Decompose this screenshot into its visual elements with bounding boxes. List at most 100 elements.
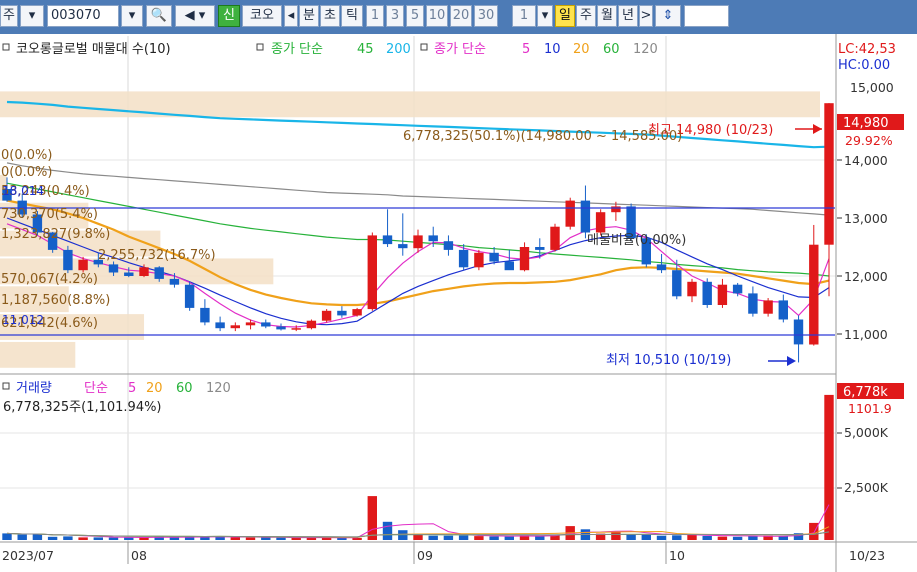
volume-bar [717, 536, 728, 540]
updown-icon[interactable]: ⇕ [655, 5, 681, 27]
price-tick-label: 14,000 [844, 153, 888, 168]
candle-body [154, 267, 164, 279]
tf-second-button[interactable]: 초 [320, 5, 340, 27]
candle-body [443, 241, 454, 250]
candle-body [504, 261, 514, 271]
candle-body [595, 212, 606, 233]
period-unit[interactable]: 주 [0, 5, 18, 27]
chart-svg: 코오롱글로벌 매물대 수(10) 종가 단순 45 200 종가 단순 5 10… [0, 34, 917, 572]
legend-price-item: 코오롱글로벌 매물대 수(10) [16, 42, 171, 57]
volume-bar [672, 535, 682, 540]
tf-year-button[interactable]: 년 [618, 5, 638, 27]
volume-ma-label: 단순 [84, 381, 108, 396]
tf-tick-button[interactable]: 틱 [341, 5, 363, 27]
vp-band [0, 341, 76, 368]
price-tick-label: 11,000 [844, 327, 888, 342]
tf-month-button[interactable]: 월 [597, 5, 617, 27]
volume-bar [626, 534, 636, 540]
sound-icon[interactable]: ◀ ▾ [175, 5, 215, 27]
interval-1-button[interactable]: 1 [366, 5, 384, 27]
legend-ma200: 200 [386, 42, 411, 57]
candle-body [565, 200, 575, 227]
volume-bar [93, 537, 103, 540]
candle-body [428, 235, 438, 242]
interval-5-button[interactable]: 5 [406, 5, 424, 27]
blank-input[interactable] [684, 5, 729, 27]
date-label-last: 10/23 [849, 548, 885, 563]
volume-ma5: 5 [128, 381, 136, 396]
interval-3-button[interactable]: 3 [386, 5, 404, 27]
candle-body [519, 247, 530, 271]
candle-body [824, 103, 834, 245]
volume-legend-title: 거래량 [16, 381, 52, 396]
vp-row-label: 570,067(4.2%) [1, 272, 98, 287]
hc-label: HC:0.00 [838, 58, 890, 73]
volume-bar [352, 537, 362, 540]
tf-week-button[interactable]: 주 [576, 5, 596, 27]
current-volume-label: 6,778k [843, 385, 888, 400]
date-label: 09 [417, 548, 433, 563]
count-dropdown-icon[interactable]: ▾ [537, 5, 553, 27]
volume-ratio-annotation: 6,778,325(50.1%)(14,980.00 ~ 14,585.00) [403, 129, 682, 144]
volume-ma60: 60 [176, 381, 193, 396]
candle-body [717, 284, 728, 305]
candle-body [793, 319, 804, 345]
date-label: 08 [131, 548, 147, 563]
volume-bar [458, 535, 469, 540]
code-dropdown-icon[interactable]: ▾ [121, 5, 143, 27]
search-icon[interactable]: 🔍 [146, 5, 172, 27]
volume-bar [261, 537, 271, 540]
unit-dropdown-icon[interactable]: ▾ [20, 5, 44, 27]
volume-tick-label: 2,500K [844, 480, 889, 495]
interval-10-button[interactable]: 10 [426, 5, 448, 27]
candle-body [63, 249, 73, 271]
candle-body [276, 326, 286, 330]
candle-body [702, 281, 712, 305]
candle-body [458, 249, 469, 268]
candle-body [78, 259, 88, 271]
tf-day-button[interactable]: 일 [555, 5, 575, 27]
volume-bar [337, 537, 347, 540]
candle-body [672, 270, 682, 297]
volume-tick-label: 5,000K [844, 425, 889, 440]
low-annotation: 최저 10,510 (10/19) [606, 353, 731, 368]
legend-marker [256, 43, 264, 51]
stock-code-input[interactable]: 003070 [47, 5, 119, 27]
volume-bar [63, 536, 73, 540]
volume-bar [474, 536, 484, 540]
volume-bar [78, 537, 88, 540]
tf-minute-button[interactable]: 분 [299, 5, 319, 27]
price-tick-cut: 15,000 [850, 80, 894, 95]
legend-ma2-label: 종가 단순 [434, 42, 486, 57]
vp-band [0, 91, 820, 118]
interval-30-button[interactable]: 30 [474, 5, 498, 27]
interval-20-button[interactable]: 20 [450, 5, 472, 27]
legend-ma120: 120 [633, 42, 658, 57]
stock-name-field[interactable]: 코오 [242, 5, 282, 27]
volume-bar [230, 537, 240, 540]
price-tick-label: 12,000 [844, 269, 888, 284]
next-arrow-icon[interactable]: > [639, 5, 653, 27]
candle-body [413, 235, 423, 249]
volume-bar [413, 534, 423, 540]
date-label: 2023/07 [2, 548, 54, 563]
sin-badge[interactable]: 신 [218, 5, 240, 27]
volume-bar [443, 535, 454, 540]
volume-bar [702, 535, 712, 540]
candle-body [382, 235, 393, 245]
count-input[interactable]: 1 [512, 5, 536, 27]
candle-body [367, 235, 377, 310]
legend-ma-close-label: 종가 단순 [271, 42, 323, 57]
volume-ma120: 120 [206, 381, 231, 396]
candle-body [291, 328, 301, 330]
candle-body [169, 278, 180, 285]
volume-value-line: 6,778,325주(1,101.94%) [3, 400, 162, 415]
volume-bar [611, 532, 621, 540]
vp-row-label: 1,187,560(8.8%) [1, 293, 110, 308]
volume-bar [809, 522, 819, 540]
vp-row-label: 1,323,827(9.8%) [1, 227, 110, 242]
prev-arrow-icon[interactable]: ◂ [284, 5, 298, 27]
vp-tag-low: 11,012 [2, 313, 44, 327]
candle-body [550, 226, 560, 250]
candle-body [184, 284, 195, 308]
